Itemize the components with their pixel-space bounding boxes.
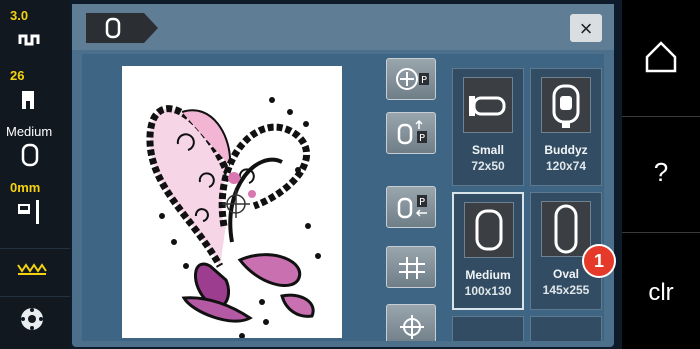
tool-column: P P P	[382, 54, 446, 341]
home-icon	[645, 41, 677, 73]
hoop-size: 145x255	[542, 283, 590, 297]
svg-text:P: P	[419, 133, 425, 144]
tension-value: 3.0	[10, 8, 29, 23]
bobbin-indicator[interactable]	[0, 296, 70, 346]
buddyz-hoop-icon	[552, 84, 580, 128]
close-button[interactable]: ×	[570, 14, 602, 42]
hoop-list: Small 72x50 Buddyz 120x74 Medium 100x130…	[452, 68, 604, 341]
hoop-up-icon: P	[397, 119, 427, 145]
hoop-tab[interactable]	[86, 13, 158, 43]
hoop-thumbnail	[464, 202, 514, 258]
foot-value: 26	[10, 68, 25, 83]
home-button[interactable]	[622, 0, 700, 116]
navigation-bar: ? clr	[622, 0, 700, 349]
hoop-name: Medium	[465, 268, 511, 282]
hoop-card-buddyz[interactable]: Buddyz 120x74	[530, 68, 602, 186]
close-icon: ×	[579, 16, 593, 41]
zigzag-stitch-icon	[17, 263, 47, 275]
medium-hoop-icon	[475, 209, 503, 251]
center-mark-button[interactable]	[386, 304, 436, 341]
move-center-icon: P	[396, 68, 429, 90]
presser-foot-indicator[interactable]: 26	[0, 64, 70, 120]
help-icon: ?	[653, 157, 669, 187]
crosshair-icon	[400, 315, 424, 339]
hoop-card-medium[interactable]: Medium 100x130	[452, 192, 524, 310]
hoop-thumbnail	[541, 77, 591, 133]
hoop-name: Small	[471, 143, 504, 157]
embroidery-preview[interactable]	[122, 66, 342, 339]
panel-body: P P P Small 72x50 Buddyz 120x74 Medium 1…	[82, 54, 604, 341]
panel-header: ×	[72, 4, 614, 50]
thread-tension-icon	[18, 34, 40, 46]
oval-hoop-icon	[554, 204, 578, 254]
grid-button[interactable]	[386, 246, 436, 288]
grid-icon	[399, 257, 425, 279]
thread-indicator[interactable]: 0mm	[0, 176, 70, 232]
hoop-card-small[interactable]: Small 72x50	[452, 68, 524, 186]
clear-label: clr	[648, 279, 674, 306]
hoop-thumbnail	[463, 77, 513, 133]
hoop-outline-icon	[21, 143, 39, 167]
hoop-thumbnail	[541, 201, 591, 257]
svg-text:P: P	[421, 75, 427, 86]
hoop-value: Medium	[6, 124, 53, 139]
tension-indicator[interactable]: 3.0	[0, 0, 70, 60]
stitch-indicator[interactable]	[0, 248, 70, 284]
thread-value: 0mm	[10, 180, 41, 195]
move-to-center-button[interactable]: P	[386, 58, 436, 100]
hoop-size: 72x50	[471, 159, 505, 173]
bobbin-icon	[21, 308, 43, 330]
move-hoop-left-button[interactable]: P	[386, 186, 436, 228]
callout-badge: 1	[582, 244, 616, 278]
clear-button[interactable]: clr	[622, 232, 700, 348]
move-hoop-up-button[interactable]: P	[386, 112, 436, 154]
hoop-size: 120x74	[545, 159, 587, 173]
hoop-size: 100x130	[464, 284, 512, 298]
hoop-name: Buddyz	[544, 143, 588, 157]
hoop-left-icon: P	[397, 195, 427, 219]
presser-foot-icon	[22, 91, 34, 109]
bobbin-thread-icon	[18, 200, 39, 224]
heart-design-image	[146, 97, 321, 339]
hoop-indicator[interactable]: Medium	[0, 122, 70, 174]
help-button[interactable]: ?	[622, 116, 700, 232]
small-hoop-icon	[469, 96, 506, 116]
hoop-selection-panel: × P P P Small 72x50 Buddyz 120x74 Medium…	[72, 4, 616, 347]
status-bar: 3.0 26 Medium 0mm	[0, 0, 70, 349]
hoop-tab-icon	[105, 17, 121, 39]
hoop-card-partial[interactable]	[452, 316, 524, 341]
hoop-card-partial[interactable]	[530, 316, 602, 341]
svg-text:P: P	[419, 197, 425, 208]
